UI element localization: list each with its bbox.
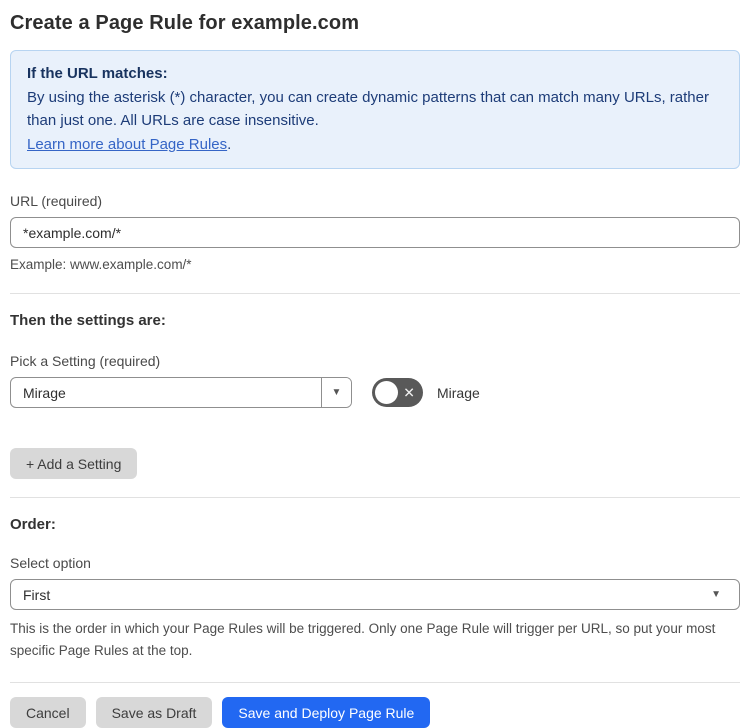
divider [10,497,740,498]
order-select-value: First [23,586,51,603]
page-title: Create a Page Rule for example.com [10,12,360,34]
callout-heading: If the URL matches: [27,65,168,82]
mirage-toggle-group: ✕ Mirage [372,378,480,407]
save-deploy-button[interactable]: Save and Deploy Page Rule [222,697,431,728]
order-section-heading: Order: [10,516,56,533]
select-option-label: Select option [10,555,91,571]
toggle-off-x-icon: ✕ [403,384,415,401]
setting-select-value: Mirage [23,384,66,401]
callout-body: By using the asterisk (*) character, you… [27,88,709,130]
save-draft-button[interactable]: Save as Draft [95,697,213,728]
setting-select[interactable]: Mirage ▼ [10,377,352,408]
caret-down-icon: ▼ [711,589,721,600]
divider [10,293,740,294]
toggle-label: Mirage [437,384,480,401]
callout-link-line: Learn more about Page Rules. [27,133,723,157]
learn-more-link[interactable]: Learn more about Page Rules [27,136,227,153]
order-select[interactable]: First ▼ [10,579,740,610]
setting-row: Mirage ▼ ✕ Mirage [10,377,740,408]
url-matches-callout: If the URL matches: By using the asteris… [10,50,740,169]
create-page-rule-form: Create a Page Rule for example.com If th… [0,0,750,728]
footer-buttons: Cancel Save as Draft Save and Deploy Pag… [10,697,740,728]
divider [10,682,740,683]
toggle-knob [375,381,398,404]
url-label: URL (required) [10,193,103,209]
order-helper-text: This is the order in which your Page Rul… [10,621,716,658]
setting-select-arrow-button[interactable]: ▼ [321,378,351,407]
link-suffix: . [227,135,232,153]
caret-down-icon: ▼ [331,387,342,398]
url-example-helper: Example: www.example.com/* [10,257,192,272]
cancel-button[interactable]: Cancel [10,697,86,728]
add-setting-button[interactable]: + Add a Setting [10,448,138,479]
mirage-toggle[interactable]: ✕ [372,378,423,407]
url-input[interactable] [10,217,740,248]
settings-section-heading: Then the settings are: [10,312,166,329]
pick-setting-label: Pick a Setting (required) [10,353,161,369]
